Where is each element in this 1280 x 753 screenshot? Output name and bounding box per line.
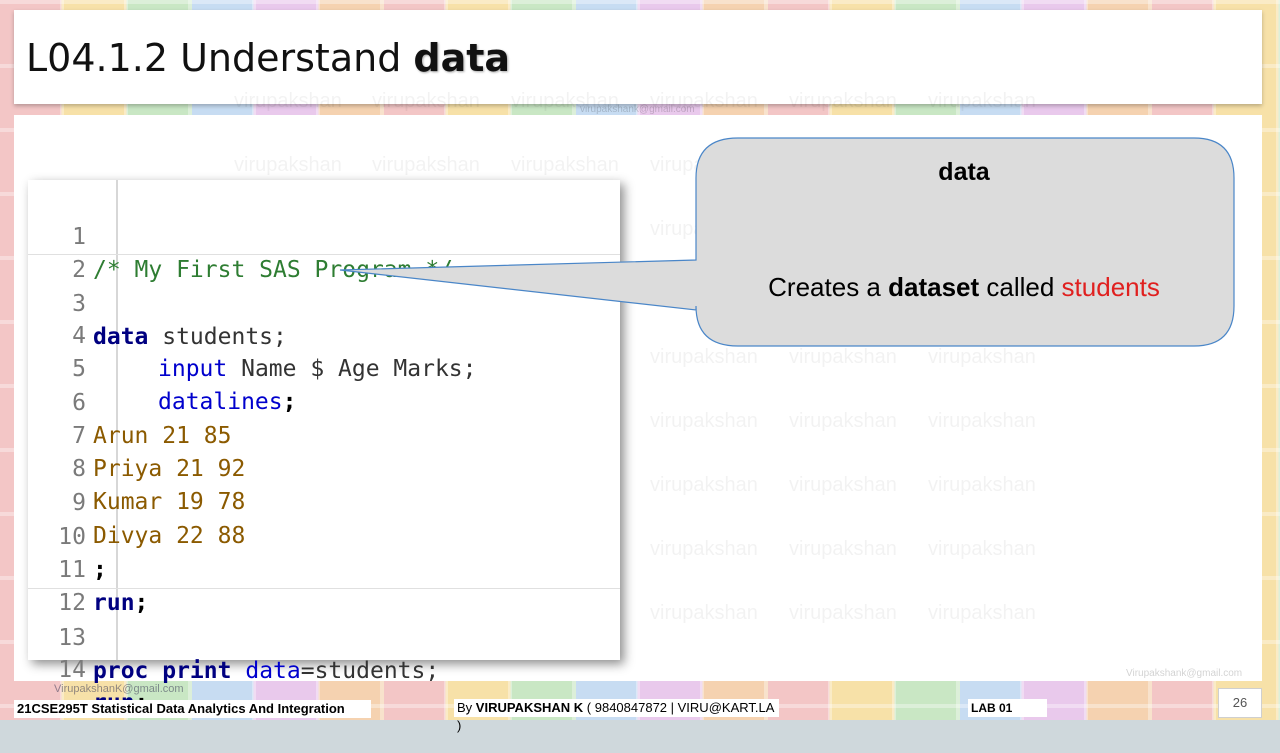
watermark-text: virupakshan (650, 346, 758, 368)
code-keyword: data (245, 658, 301, 684)
watermark-text: virupakshan (928, 474, 1036, 496)
code-line-9: 9 Divya 22 88 (28, 454, 620, 549)
callout-title: data (938, 158, 990, 186)
code-line-12: 12 (28, 554, 620, 616)
code-line-6: 6 Arun 21 85 (28, 354, 620, 449)
watermark-text: virupakshan (372, 154, 480, 176)
watermark-text: virupakshan (928, 602, 1036, 624)
code-line-10: 10 ; (28, 488, 620, 583)
watermark-text: virupakshan (928, 410, 1036, 432)
code-line-3: 3 data students; (28, 254, 620, 350)
footer-author: By VIRUPAKSHAN K ( 9840847872 | VIRU@KAR… (454, 699, 779, 733)
watermark-text: virupakshan (789, 90, 897, 112)
code-panel: 1 /* My First SAS Program */ 2 3 data st… (28, 180, 620, 716)
callout-description: Creates a dataset called students (768, 272, 1160, 302)
watermark-text: virupakshan (789, 410, 897, 432)
watermark-text: virupakshan (928, 346, 1036, 368)
slide-title-keyword: data (413, 36, 511, 80)
watermark-text: virupakshan (789, 474, 897, 496)
watermark-text: virupakshan (234, 154, 342, 176)
code-line-13: 13 proc print data=students; (28, 588, 620, 684)
watermark-text: virupakshan (650, 474, 758, 496)
watermark-text: virupakshan (789, 218, 897, 240)
code-line-14: 14 run; (28, 621, 620, 716)
code-line-7: 7 Priya 21 92 (28, 387, 620, 482)
code-keyword: proc print (93, 658, 232, 684)
code-line-5: 5 datalines; (28, 320, 620, 415)
watermark-email-right: Virupakshank@gmail.com (1126, 668, 1243, 679)
code-text: =students; (300, 658, 440, 684)
watermark-text: virupakshan (789, 346, 897, 368)
callout-term: dataset (888, 272, 980, 302)
code-line-1: 1 /* My First SAS Program */ (28, 188, 620, 283)
watermark-text: virupakshan (511, 154, 619, 176)
footer-email: VirupakshanK@gmail.com (54, 683, 184, 695)
watermark-text: virupakshan (650, 410, 758, 432)
watermark-text: virupakshan (650, 538, 758, 560)
code-line-2: 2 (28, 221, 620, 283)
title-bar: L04.1.2 Understand data (14, 10, 1262, 104)
watermark-text: virupakshan (928, 90, 1036, 112)
page-number: 26 (1218, 688, 1262, 718)
footer-course: 21CSE295T Statistical Data Analytics And… (14, 700, 371, 718)
watermark-text: virupakshan (789, 602, 897, 624)
watermark-text: virupakshan (928, 218, 1036, 240)
watermark-text: virupakshan (372, 90, 480, 112)
code-line-4: 4 input Name $ Age Marks; (28, 287, 620, 382)
footer-lab: LAB 01 (968, 699, 1047, 717)
watermark-email-top: virupakshank@gmail.com (580, 104, 695, 115)
watermark-text: virupakshan (650, 218, 758, 240)
code-line-11: 11 run; (28, 521, 620, 616)
watermark-text: virupakshan (650, 602, 758, 624)
watermark-text: virupakshan (928, 538, 1036, 560)
watermark-text: virupakshan (789, 538, 897, 560)
watermark-text: virupakshan (234, 90, 342, 112)
code-line-8: 8 Kumar 19 78 (28, 420, 620, 515)
slide-title: L04.1.2 Understand data (26, 36, 511, 80)
callout-dataset-name: students (1061, 272, 1160, 302)
